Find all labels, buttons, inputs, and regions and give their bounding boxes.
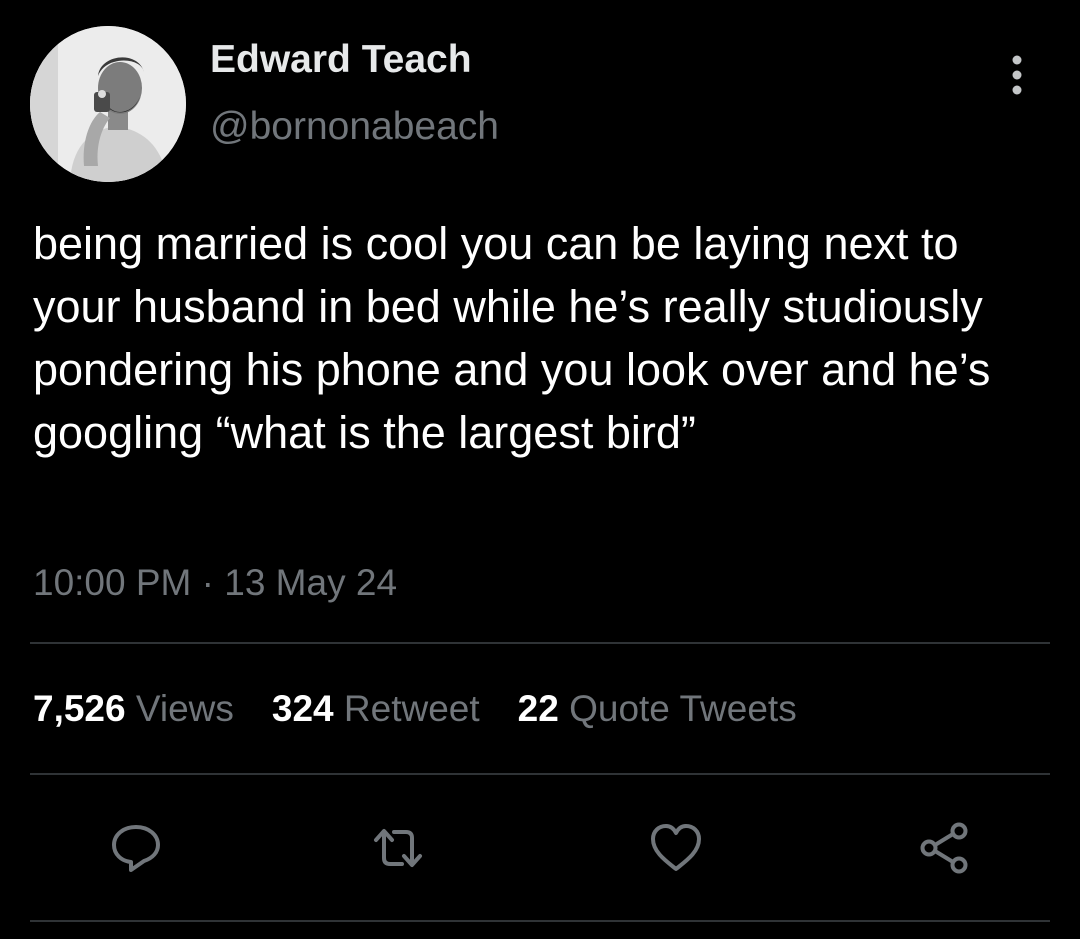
heart-icon [651, 824, 701, 871]
avatar[interactable] [30, 26, 186, 182]
views-label: Views [135, 688, 234, 729]
tweet-timestamp[interactable]: 10:00 PM · 13 May 24 [33, 562, 397, 604]
tweet-text: being married is cool you can be laying … [33, 218, 991, 458]
quotes-count: 22 [517, 688, 559, 729]
retweets-label: Retweet [343, 688, 480, 729]
quotes-label: Quote Tweets [569, 688, 797, 729]
share-button[interactable] [914, 818, 974, 878]
divider [30, 920, 1050, 922]
more-options-button[interactable] [1000, 50, 1034, 100]
retweet-button[interactable] [368, 818, 428, 878]
views-count: 7,526 [33, 688, 126, 729]
retweet-icon [374, 829, 422, 867]
retweets-stat[interactable]: 324 Retweet [272, 688, 480, 730]
divider [30, 642, 1050, 644]
divider [30, 773, 1050, 775]
quotes-stat[interactable]: 22 Quote Tweets [518, 688, 797, 730]
more-vertical-icon [1012, 55, 1022, 95]
views-stat[interactable]: 7,526 Views [33, 688, 234, 730]
share-icon [920, 822, 968, 874]
reply-icon [112, 825, 160, 872]
action-bar [0, 818, 1080, 878]
profile-photo [30, 26, 186, 182]
engagement-stats: 7,526 Views 324 Retweet 22 Quote Tweets [33, 688, 797, 730]
user-handle[interactable]: @bornonabeach [210, 105, 499, 149]
reply-button[interactable] [106, 818, 166, 878]
like-button[interactable] [646, 818, 706, 878]
retweets-count: 324 [271, 688, 334, 729]
display-name[interactable]: Edward Teach [210, 38, 472, 82]
